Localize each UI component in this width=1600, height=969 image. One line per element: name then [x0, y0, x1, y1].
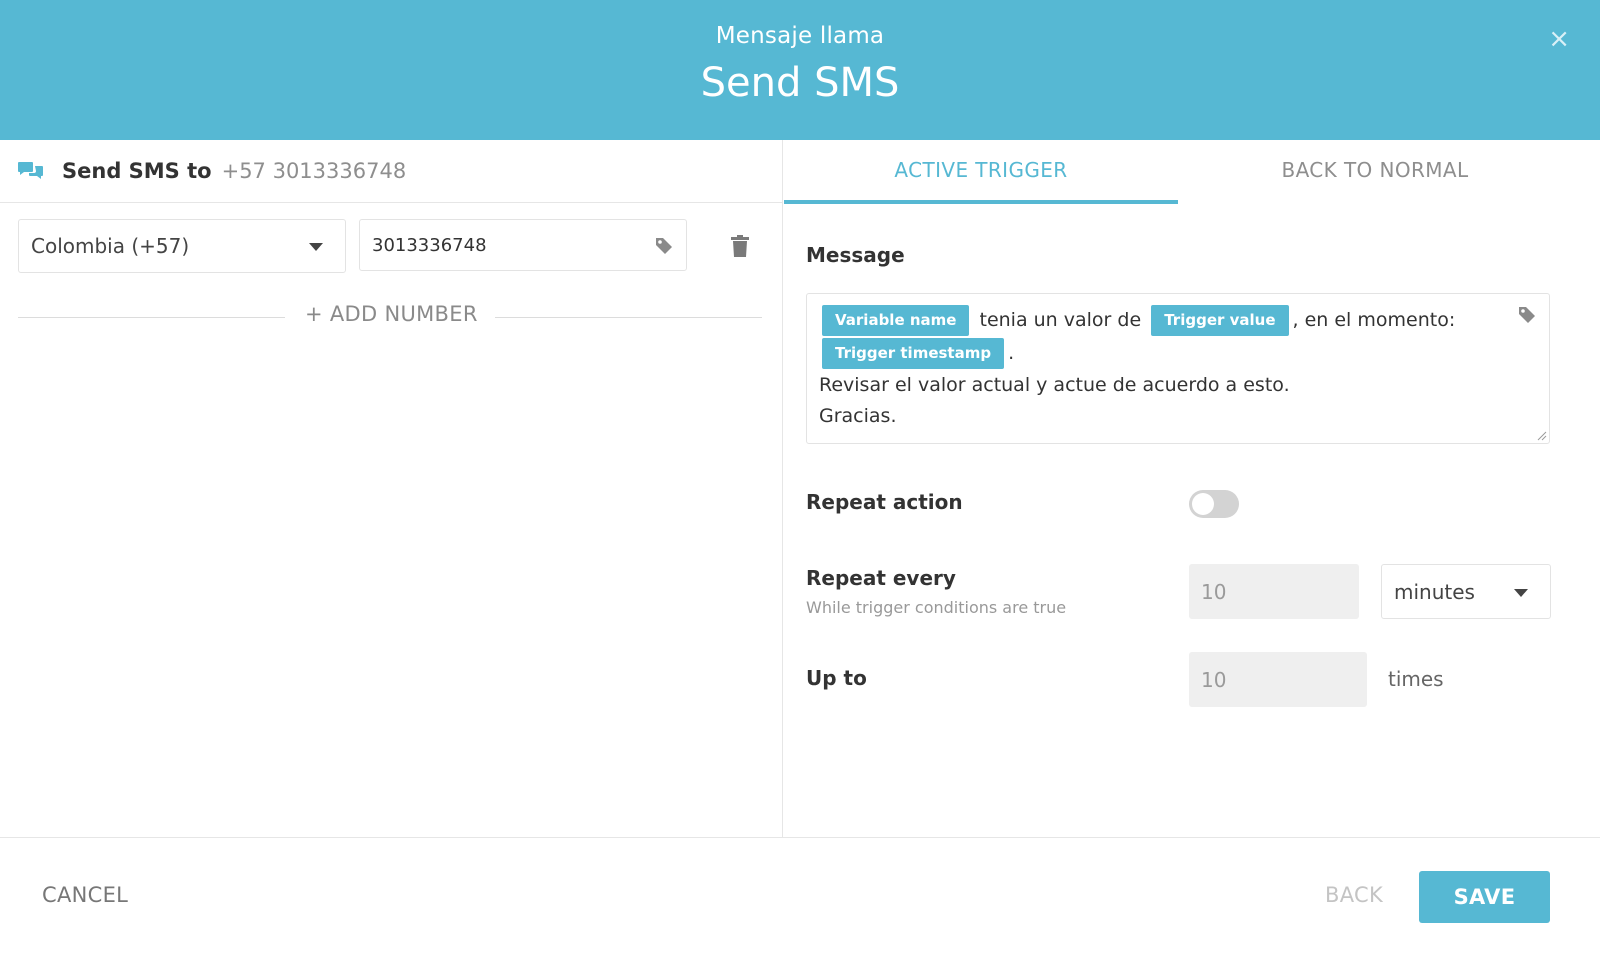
divider — [18, 317, 285, 318]
trigger-value-chip[interactable]: Trigger value — [1151, 305, 1289, 336]
country-select-value: Colombia (+57) — [31, 234, 190, 258]
message-line-2: Revisar el valor actual y actue de acuer… — [819, 374, 1290, 396]
tag-icon[interactable] — [1517, 305, 1537, 325]
message-text: . — [1008, 342, 1015, 364]
phone-number-input[interactable]: 3013336748 — [359, 219, 687, 271]
modal-subtitle: Mensaje llama — [715, 23, 885, 49]
chevron-down-icon — [1514, 589, 1528, 597]
tab-back-to-normal[interactable]: BACK TO NORMAL — [1178, 140, 1572, 204]
up-to-suffix: times — [1388, 667, 1444, 691]
repeat-action-toggle[interactable] — [1189, 490, 1239, 518]
message-text: tenia un valor de — [979, 309, 1142, 331]
cancel-button[interactable]: CANCEL — [42, 883, 128, 907]
message-text: , en el momento: — [1292, 309, 1456, 331]
message-line-1b: Trigger timestamp. — [819, 337, 1537, 370]
send-to-number: +57 3013336748 — [221, 159, 407, 183]
tag-icon[interactable] — [654, 236, 674, 256]
sms-chat-icon — [18, 162, 43, 179]
save-button[interactable]: SAVE — [1419, 871, 1550, 923]
repeat-every-input[interactable]: 10 — [1189, 564, 1359, 619]
trigger-timestamp-chip[interactable]: Trigger timestamp — [822, 338, 1005, 369]
recipients-panel: Send SMS to +57 3013336748 Colombia (+57… — [0, 140, 783, 837]
message-textarea[interactable]: Variable name tenia un valor de Trigger … — [806, 293, 1550, 444]
add-number-row: + ADD NUMBER — [18, 302, 762, 332]
repeat-every-label: Repeat every — [806, 566, 956, 590]
up-to-label: Up to — [806, 666, 867, 690]
send-to-header: Send SMS to +57 3013336748 — [0, 140, 782, 203]
repeat-unit-value: minutes — [1394, 579, 1475, 604]
send-to-label: Send SMS to — [62, 159, 212, 183]
phone-number-row: Colombia (+57) 3013336748 — [18, 219, 764, 273]
trash-icon[interactable] — [730, 235, 750, 258]
phone-number-value: 3013336748 — [372, 234, 487, 256]
repeat-every-hint: While trigger conditions are true — [806, 598, 1067, 617]
divider — [495, 317, 762, 318]
back-button[interactable]: BACK — [1325, 883, 1383, 907]
modal-footer: CANCEL BACK SAVE — [0, 837, 1600, 969]
repeat-action-label: Repeat action — [806, 490, 963, 514]
resize-handle-icon[interactable] — [1537, 431, 1547, 441]
modal-title: Send SMS — [700, 60, 900, 106]
country-select[interactable]: Colombia (+57) — [18, 219, 346, 273]
tab-active-trigger[interactable]: ACTIVE TRIGGER — [784, 140, 1178, 204]
message-label: Message — [806, 243, 905, 267]
message-line-3: Gracias. — [819, 405, 897, 427]
toggle-knob — [1192, 493, 1214, 515]
trigger-tabs: ACTIVE TRIGGER BACK TO NORMAL — [784, 140, 1600, 204]
add-number-button[interactable]: + ADD NUMBER — [305, 302, 478, 326]
up-to-input[interactable]: 10 — [1189, 652, 1367, 707]
message-panel: ACTIVE TRIGGER BACK TO NORMAL Message Va… — [784, 140, 1600, 837]
repeat-unit-select[interactable]: minutes — [1381, 564, 1551, 619]
close-icon[interactable]: × — [1548, 24, 1570, 54]
message-line-1: Variable name tenia un valor de Trigger … — [819, 304, 1537, 337]
variable-name-chip[interactable]: Variable name — [822, 305, 970, 336]
modal-header: Mensaje llama Send SMS × — [0, 0, 1600, 140]
chevron-down-icon — [309, 243, 323, 251]
